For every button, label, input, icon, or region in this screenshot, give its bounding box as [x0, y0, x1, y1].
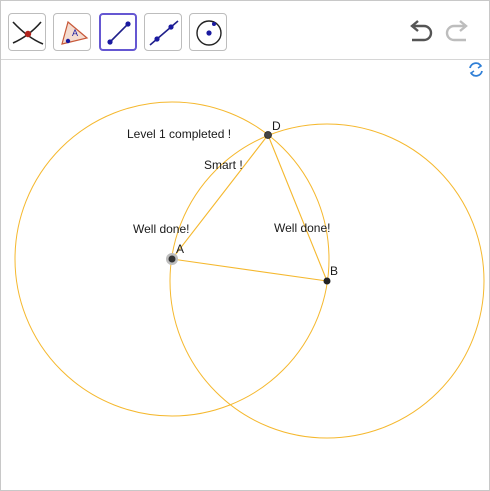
circle-point-icon [196, 20, 222, 46]
move-cross-icon [12, 21, 44, 45]
point-a[interactable] [168, 255, 176, 263]
segment-ad[interactable] [171, 134, 269, 260]
smart-text: Smart ! [204, 158, 243, 172]
polygon-tool-button[interactable]: A [53, 13, 91, 51]
level-completed-text: Level 1 completed ! [127, 127, 231, 141]
redo-icon[interactable] [442, 19, 474, 47]
segment-tool-button[interactable] [99, 13, 137, 51]
geogebra-applet: A A B D Level 1 completed ! Smart ! Well… [0, 0, 490, 491]
segment-ab[interactable] [171, 258, 328, 282]
toolbar: A [1, 1, 489, 60]
well-done-text-right: Well done! [274, 221, 330, 235]
point-d[interactable] [264, 131, 272, 139]
point-a-label: A [176, 242, 184, 256]
refresh-view-icon[interactable] [469, 62, 483, 77]
circle-tool-button[interactable] [189, 13, 227, 51]
segment-bd[interactable] [267, 134, 328, 282]
line-tool-button[interactable] [144, 13, 182, 51]
move-tool-button[interactable] [8, 13, 46, 51]
segment-icon [107, 21, 131, 45]
point-d-label: D [272, 119, 281, 133]
line-icon [149, 20, 179, 46]
point-b-label: B [330, 264, 338, 278]
graphics-view[interactable]: A B D Level 1 completed ! Smart ! Well d… [1, 60, 489, 490]
undo-icon[interactable] [404, 19, 436, 47]
point-b[interactable] [323, 277, 331, 285]
well-done-text-left: Well done! [133, 222, 189, 236]
polygon-badge: A [72, 28, 78, 38]
graphics-canvas[interactable]: A B D Level 1 completed ! Smart ! Well d… [1, 60, 489, 490]
polygon-icon: A [61, 20, 89, 45]
